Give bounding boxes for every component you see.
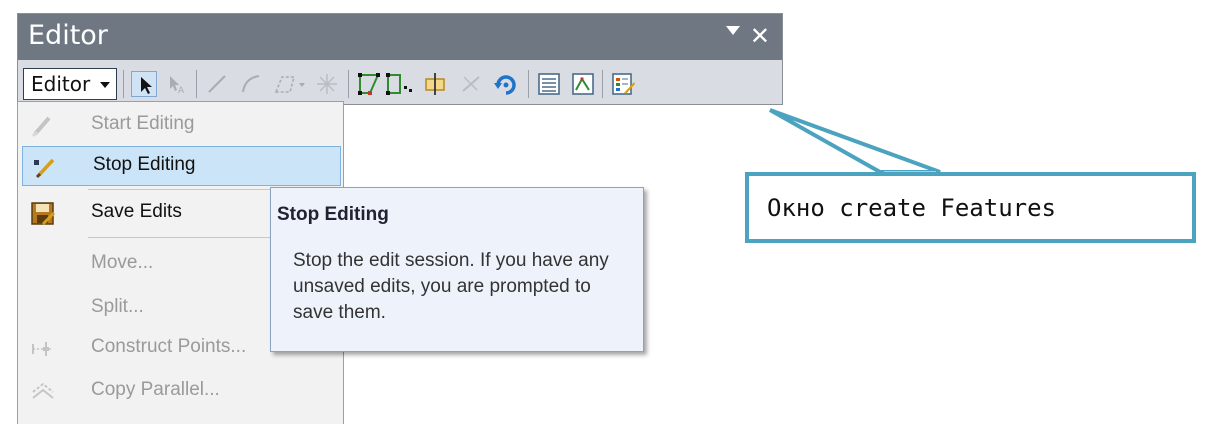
menu-item-stop-editing[interactable]: Stop Editing	[22, 146, 341, 186]
chevron-down-icon[interactable]	[726, 26, 740, 35]
end-point-arc-icon[interactable]	[238, 71, 264, 97]
editor-toolbar-window: Editor ✕ Editor A	[17, 13, 783, 105]
editor-menu-label: Editor	[31, 72, 91, 96]
trace-icon[interactable]	[272, 71, 308, 97]
menu-item-label: Stop Editing	[93, 154, 196, 175]
close-icon[interactable]: ✕	[750, 22, 770, 50]
chevron-down-icon	[100, 82, 110, 88]
toolbar-separator	[528, 70, 529, 98]
menu-item-label: Save Edits	[91, 201, 182, 222]
stop-editing-tooltip: Stop Editing Stop the edit session. If y…	[270, 187, 644, 352]
menu-item-label: Construct Points...	[91, 336, 247, 357]
window-title: Editor	[28, 20, 108, 51]
create-features-icon[interactable]	[610, 71, 636, 97]
point-icon[interactable]	[314, 71, 340, 97]
edit-annotation-tool-icon[interactable]: A	[164, 71, 190, 97]
save-edits-icon	[29, 200, 57, 228]
toolbar-separator	[123, 70, 124, 98]
edit-vertices-icon[interactable]	[356, 71, 382, 97]
menu-item-label: Split...	[91, 296, 144, 317]
menu-item-copy-parallel[interactable]: Copy Parallel...	[21, 372, 341, 412]
editor-menu-button[interactable]: Editor	[23, 68, 117, 100]
menu-item-label: Move...	[91, 252, 154, 273]
tool-row: Editor A	[18, 62, 782, 104]
attributes-icon[interactable]	[536, 71, 562, 97]
callout-text: Окно create Features	[767, 194, 1056, 222]
start-editing-icon	[29, 112, 57, 140]
toolbar-separator	[348, 70, 349, 98]
rotate-tool-icon[interactable]	[493, 71, 519, 97]
tooltip-title: Stop Editing	[277, 204, 389, 225]
split-tool-icon[interactable]	[458, 71, 484, 97]
straight-segment-icon[interactable]	[204, 71, 230, 97]
stop-editing-icon	[31, 153, 59, 181]
copy-parallel-icon	[29, 378, 57, 406]
title-bar[interactable]: Editor ✕	[18, 14, 782, 60]
menu-item-label: Copy Parallel...	[91, 379, 220, 400]
menu-item-start-editing[interactable]: Start Editing	[21, 106, 341, 146]
tooltip-body: Stop the edit session. If you have any u…	[293, 250, 609, 323]
svg-text:A: A	[178, 86, 185, 96]
toolbar-separator	[602, 70, 603, 98]
construct-points-icon	[29, 335, 57, 363]
toolbar-separator	[196, 70, 197, 98]
callout-box: Окно create Features	[745, 172, 1196, 243]
menu-item-label: Start Editing	[91, 113, 195, 134]
cut-polygons-icon[interactable]	[422, 71, 448, 97]
sketch-properties-icon[interactable]	[570, 71, 596, 97]
edit-tool-icon[interactable]	[131, 71, 157, 97]
reshape-feature-icon[interactable]	[384, 71, 416, 97]
